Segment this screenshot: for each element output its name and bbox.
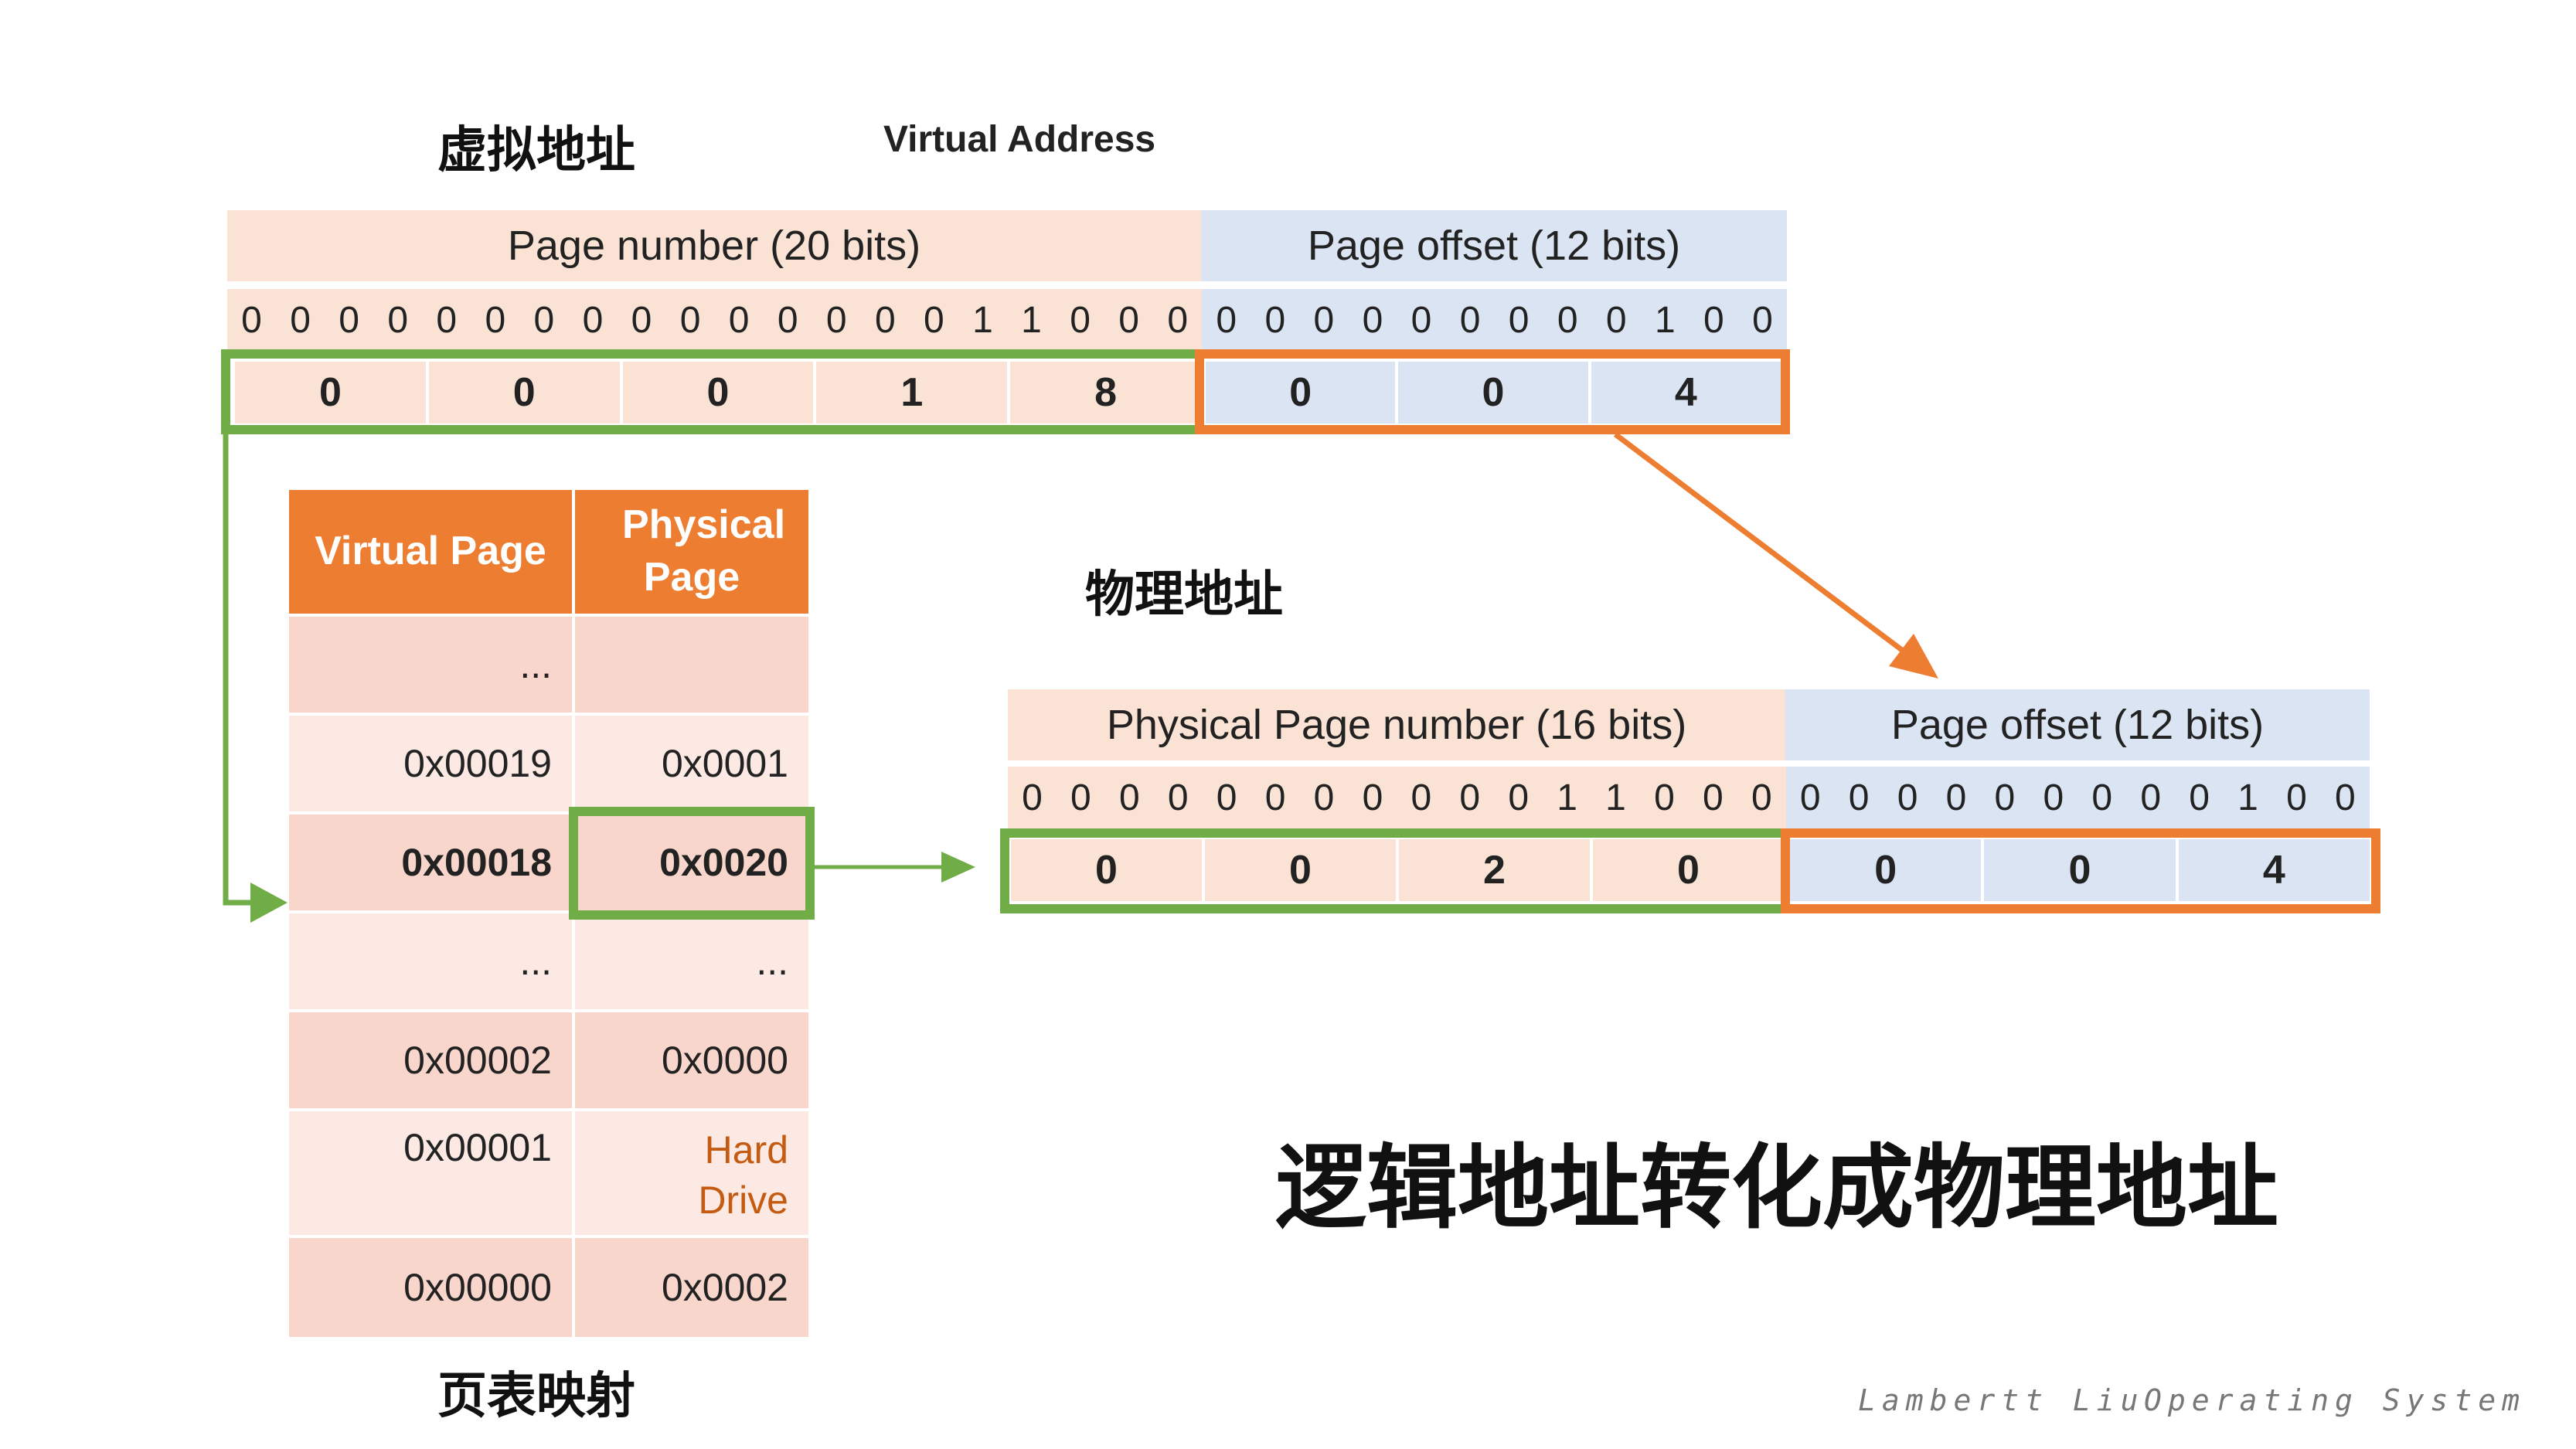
green-lookup-arrow	[223, 430, 255, 906]
footer-subject: Operating System	[2144, 1383, 2527, 1417]
orange-offset-arrowhead	[1889, 634, 1938, 679]
green-translate-arrowhead	[941, 852, 975, 883]
green-lookup-arrowhead	[250, 883, 288, 923]
connector-arrows	[223, 430, 1938, 923]
footer-author: Lambertt Liu	[1858, 1383, 2145, 1417]
orange-offset-arrow	[1613, 432, 1911, 658]
